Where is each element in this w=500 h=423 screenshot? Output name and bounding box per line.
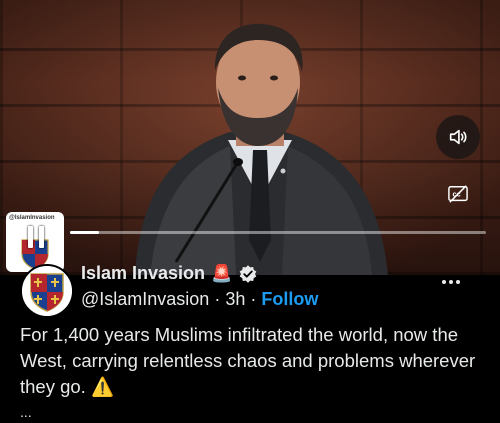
- handle-row: @IslamInvasion · 3h · Follow: [81, 289, 318, 310]
- pause-icon: [28, 226, 33, 248]
- user-handle[interactable]: @IslamInvasion: [81, 289, 209, 310]
- more-options-icon[interactable]: [442, 280, 460, 284]
- tweet-header: Islam Invasion 🚨 @IslamInvasion · 3h · F…: [0, 258, 500, 318]
- crest-icon: [22, 266, 72, 316]
- truncation-ellipsis[interactable]: ...: [20, 404, 32, 420]
- separator: ·: [214, 289, 221, 309]
- timestamp[interactable]: 3h: [225, 289, 245, 310]
- avatar[interactable]: [20, 264, 74, 318]
- captions-off-icon: cc: [448, 185, 468, 203]
- video-progress-bar[interactable]: [70, 231, 486, 234]
- verified-badge-icon: [239, 264, 257, 283]
- thumbnail-caption: @IslamInvasion: [9, 215, 55, 221]
- video-player[interactable]: cc @IslamInvasion: [0, 0, 500, 275]
- follow-button[interactable]: Follow: [261, 289, 318, 310]
- tweet-text: For 1,400 years Muslims infiltrated the …: [20, 324, 476, 397]
- pause-button[interactable]: [28, 226, 44, 248]
- speaker-muted-icon: [449, 129, 467, 145]
- display-name[interactable]: Islam Invasion: [81, 263, 205, 284]
- captions-button[interactable]: cc: [444, 183, 472, 205]
- video-progress-fill: [70, 231, 100, 234]
- name-row: Islam Invasion 🚨: [81, 263, 258, 284]
- siren-emoji: 🚨: [211, 263, 233, 283]
- separator: ·: [250, 289, 257, 309]
- mute-toggle-button[interactable]: [436, 115, 480, 159]
